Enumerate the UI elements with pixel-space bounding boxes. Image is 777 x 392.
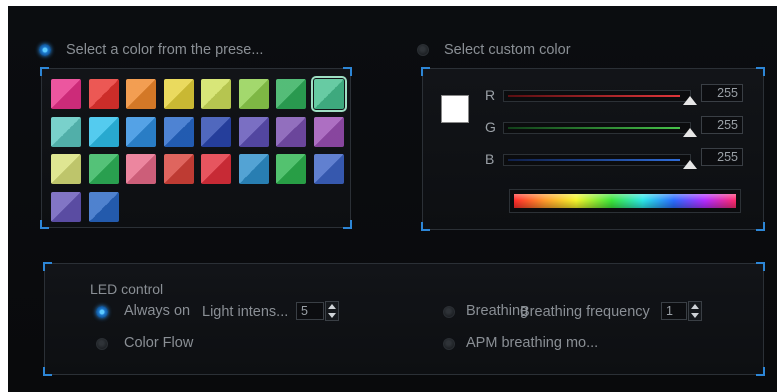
red-slider-thumb[interactable] bbox=[683, 96, 697, 105]
preset-swatch[interactable] bbox=[88, 191, 119, 222]
color-flow-radio[interactable] bbox=[96, 338, 108, 350]
red-slider-fill bbox=[508, 95, 680, 97]
preset-swatch[interactable] bbox=[51, 191, 81, 222]
preset-swatch[interactable] bbox=[238, 154, 269, 184]
apm-breathing-radio[interactable] bbox=[443, 338, 455, 350]
led-settings-window: Select a color from the prese... Select … bbox=[8, 6, 777, 392]
green-slider-fill bbox=[508, 127, 680, 129]
preset-swatch[interactable] bbox=[51, 116, 81, 147]
preset-swatch[interactable] bbox=[163, 79, 194, 109]
preset-swatch[interactable] bbox=[238, 79, 269, 109]
light-intensity-label: Light intens... bbox=[202, 304, 289, 320]
blue-slider-thumb[interactable] bbox=[683, 160, 697, 169]
preset-swatch[interactable] bbox=[313, 116, 344, 147]
blue-slider[interactable] bbox=[503, 154, 691, 166]
always-on-radio[interactable] bbox=[96, 306, 108, 318]
preset-swatch[interactable] bbox=[163, 116, 194, 147]
breathing-radio[interactable] bbox=[443, 306, 455, 318]
preset-swatch[interactable] bbox=[238, 116, 269, 147]
light-intensity-field[interactable]: 5 bbox=[296, 302, 324, 320]
led-control-panel: LED control Always on Light intens... 5 … bbox=[43, 262, 765, 376]
preset-swatch[interactable] bbox=[88, 154, 119, 184]
preset-swatch[interactable] bbox=[313, 154, 344, 184]
red-channel-label: R bbox=[485, 87, 496, 103]
preset-swatch[interactable] bbox=[126, 154, 156, 184]
preset-swatch[interactable] bbox=[276, 154, 306, 184]
light-intensity-spinner[interactable] bbox=[325, 301, 339, 321]
preset-swatch[interactable] bbox=[51, 79, 81, 109]
blue-value-field[interactable]: 255 bbox=[701, 148, 743, 166]
preset-swatch[interactable] bbox=[201, 154, 231, 184]
preset-swatch[interactable] bbox=[310, 76, 347, 112]
breathing-frequency-label: Breathing frequency bbox=[520, 304, 650, 320]
breathing-frequency-field[interactable]: 1 bbox=[661, 302, 687, 320]
custom-color-panel: R 255 G 255 B 255 bbox=[421, 67, 765, 231]
breathing-frequency-spinner[interactable] bbox=[688, 301, 702, 321]
preset-swatch-panel bbox=[40, 67, 352, 229]
led-control-title: LED control bbox=[90, 281, 164, 297]
custom-color-label: Select custom color bbox=[444, 42, 571, 58]
preset-swatch[interactable] bbox=[88, 116, 119, 147]
preset-swatch[interactable] bbox=[88, 79, 119, 109]
preset-color-label: Select a color from the prese... bbox=[66, 42, 264, 58]
preset-swatch[interactable] bbox=[51, 154, 81, 184]
preset-swatch[interactable] bbox=[276, 79, 306, 109]
red-slider[interactable] bbox=[503, 90, 691, 102]
preset-swatch[interactable] bbox=[126, 79, 156, 109]
color-flow-label: Color Flow bbox=[124, 335, 194, 351]
preset-swatch[interactable] bbox=[201, 116, 231, 147]
always-on-label: Always on bbox=[124, 303, 191, 319]
blue-channel-label: B bbox=[485, 151, 495, 167]
preset-swatch[interactable] bbox=[201, 79, 231, 109]
green-slider[interactable] bbox=[503, 122, 691, 134]
green-channel-label: G bbox=[485, 119, 496, 135]
preset-color-radio[interactable] bbox=[39, 44, 51, 56]
preset-swatch[interactable] bbox=[126, 116, 156, 147]
apm-breathing-label: APM breathing mo... bbox=[466, 335, 599, 351]
red-value-field[interactable]: 255 bbox=[701, 84, 743, 102]
green-slider-thumb[interactable] bbox=[683, 128, 697, 137]
custom-color-radio[interactable] bbox=[417, 44, 429, 56]
breathing-label: Breathing bbox=[466, 303, 529, 319]
blue-slider-fill bbox=[508, 159, 680, 161]
preset-swatch[interactable] bbox=[163, 154, 194, 184]
color-preview-swatch bbox=[441, 95, 469, 123]
color-spectrum-bar[interactable] bbox=[509, 189, 741, 213]
green-value-field[interactable]: 255 bbox=[701, 116, 743, 134]
preset-swatch[interactable] bbox=[276, 116, 306, 147]
